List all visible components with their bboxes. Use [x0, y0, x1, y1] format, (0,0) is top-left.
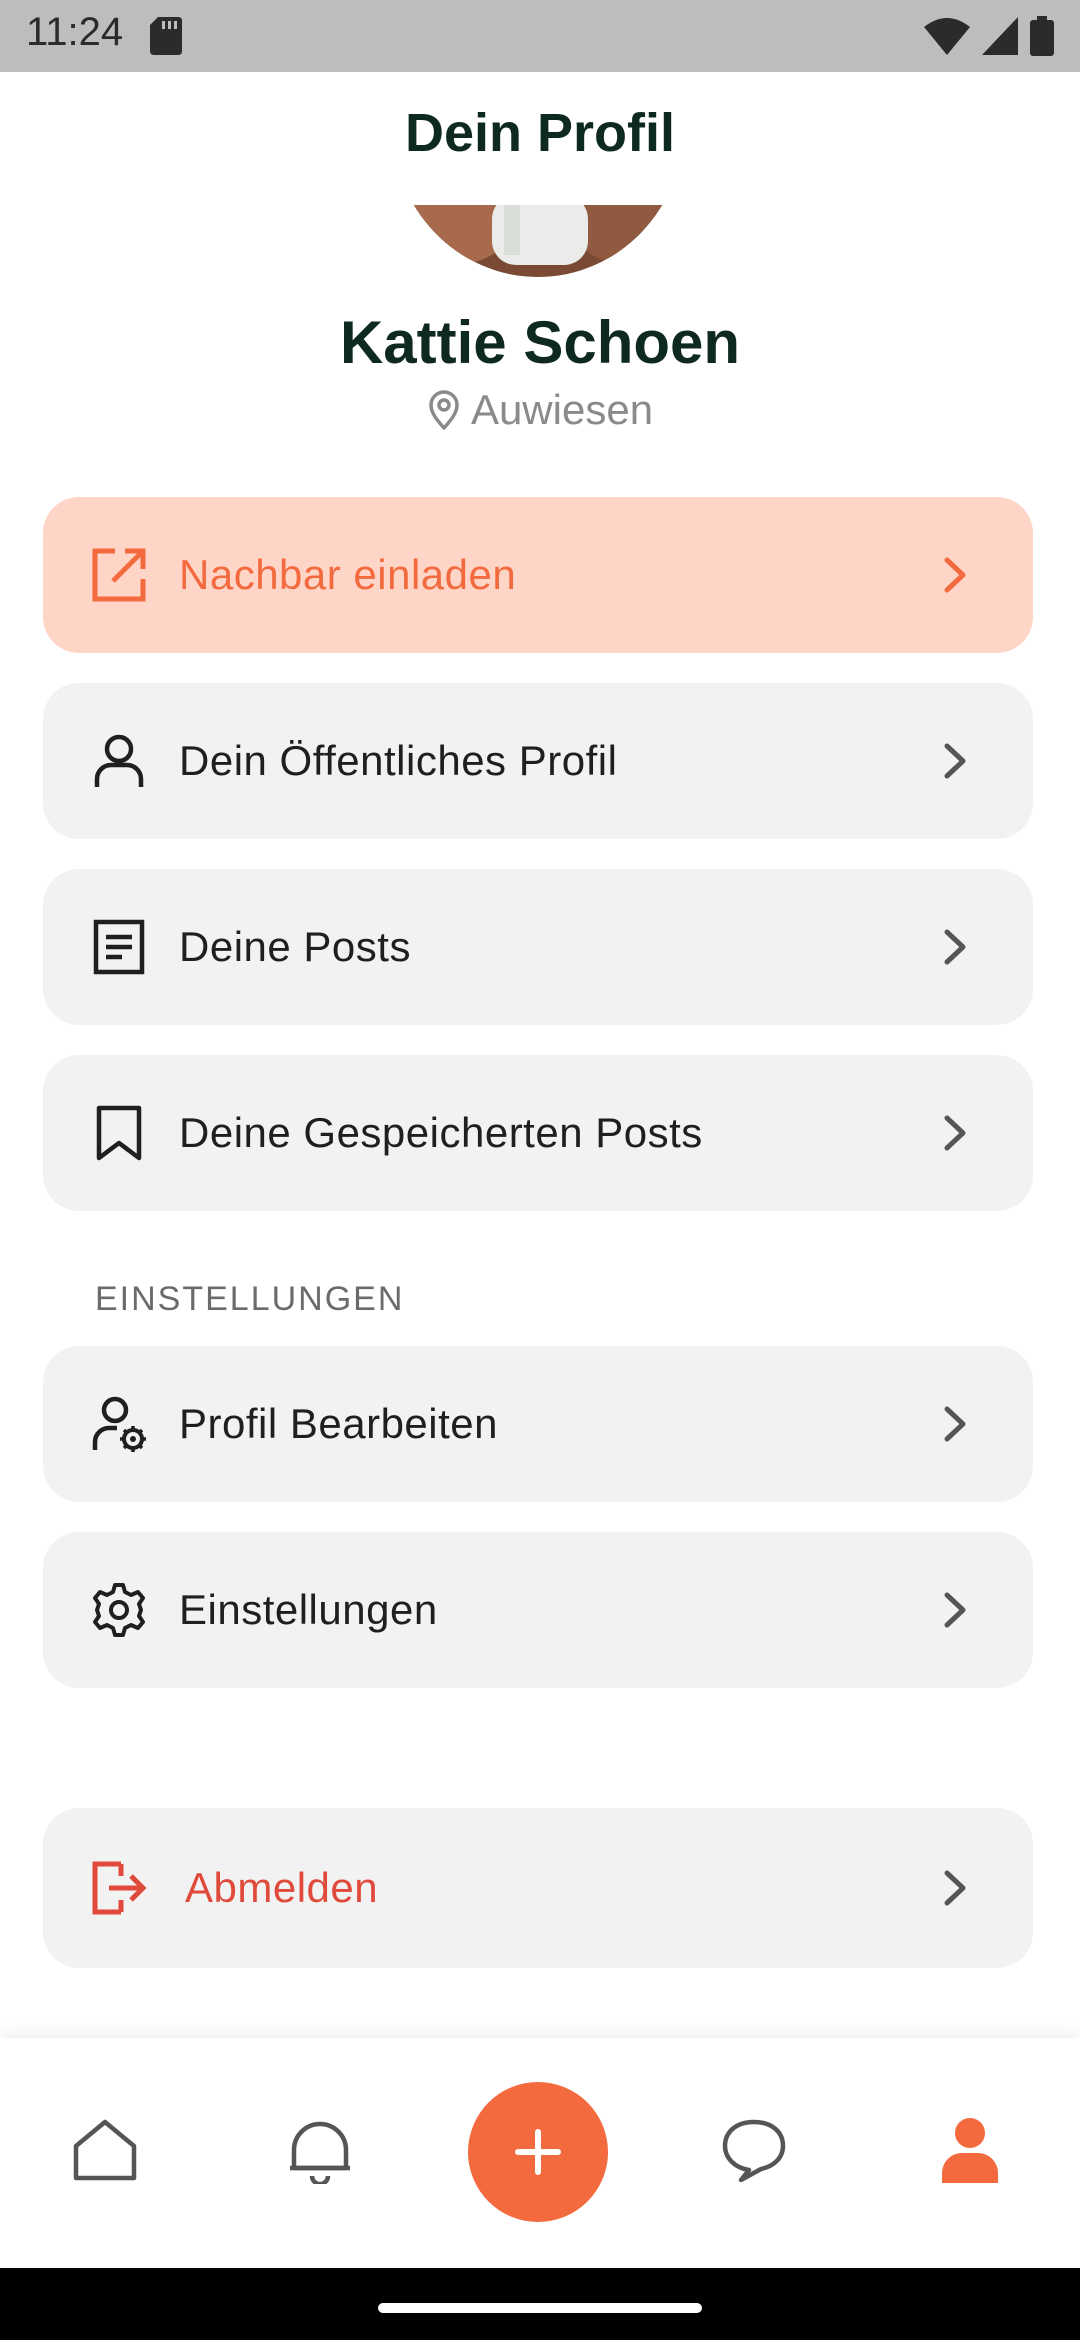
logout-button[interactable]: Abmelden [43, 1808, 1033, 1968]
invite-neighbor-button[interactable]: Nachbar einladen [43, 497, 1033, 653]
wifi-icon [924, 18, 970, 55]
settings-label: Einstellungen [179, 1586, 438, 1633]
bookmark-icon [96, 1105, 142, 1161]
location-label: Auwiesen [470, 386, 654, 433]
saved-posts-label: Deine Gespeicherten Posts [179, 1109, 703, 1156]
nav-profile-button[interactable] [920, 2100, 1020, 2200]
home-gesture-handle[interactable] [378, 2303, 702, 2313]
settings-button[interactable]: Einstellungen [43, 1532, 1033, 1688]
status-bar: 11:24 [0, 0, 1080, 72]
nav-home-button[interactable] [55, 2100, 155, 2200]
person-outline-icon [94, 734, 144, 787]
public-profile-label: Dein Öffentliches Profil [179, 737, 618, 784]
person-icon [942, 2118, 998, 2183]
sd-card-icon [150, 17, 182, 55]
edit-profile-button[interactable]: Profil Bearbeiten [43, 1346, 1033, 1502]
gear-icon [93, 1583, 145, 1637]
chevron-right-icon [944, 1406, 966, 1442]
external-share-icon [92, 548, 146, 602]
saved-posts-button[interactable]: Deine Gespeicherten Posts [43, 1055, 1033, 1211]
page-title: Dein Profil [404, 103, 676, 163]
logout-label: Abmelden [185, 1864, 379, 1911]
plus-icon [515, 2129, 561, 2175]
settings-section-title: EINSTELLUNGEN [95, 1280, 405, 1318]
chevron-right-icon [944, 557, 966, 593]
my-posts-label: Deine Posts [179, 923, 411, 970]
logout-icon [92, 1861, 147, 1915]
chevron-right-icon [944, 1870, 966, 1906]
avatar[interactable] [392, 205, 684, 277]
home-icon [73, 2119, 137, 2181]
chat-icon [722, 2119, 786, 2182]
signal-icon [982, 17, 1018, 55]
location-pin-icon [429, 390, 459, 430]
create-post-button[interactable] [468, 2082, 608, 2222]
my-posts-button[interactable]: Deine Posts [43, 869, 1033, 1025]
chevron-right-icon [944, 743, 966, 779]
public-profile-button[interactable]: Dein Öffentliches Profil [43, 683, 1033, 839]
battery-icon [1030, 16, 1054, 56]
chevron-right-icon [944, 1115, 966, 1151]
document-icon [93, 919, 145, 975]
chevron-right-icon [944, 929, 966, 965]
bell-icon [290, 2121, 350, 2184]
profile-location: Auwiesen [0, 386, 1080, 434]
person-settings-icon [92, 1396, 146, 1452]
status-time: 11:24 [26, 10, 124, 54]
chevron-right-icon [944, 1592, 966, 1628]
nav-notifications-button[interactable] [270, 2100, 370, 2200]
invite-neighbor-label: Nachbar einladen [179, 551, 517, 598]
bottom-navigation [0, 2038, 1080, 2268]
nav-messages-button[interactable] [704, 2100, 804, 2200]
profile-name: Kattie Schoen [339, 309, 741, 376]
edit-profile-label: Profil Bearbeiten [179, 1400, 499, 1447]
